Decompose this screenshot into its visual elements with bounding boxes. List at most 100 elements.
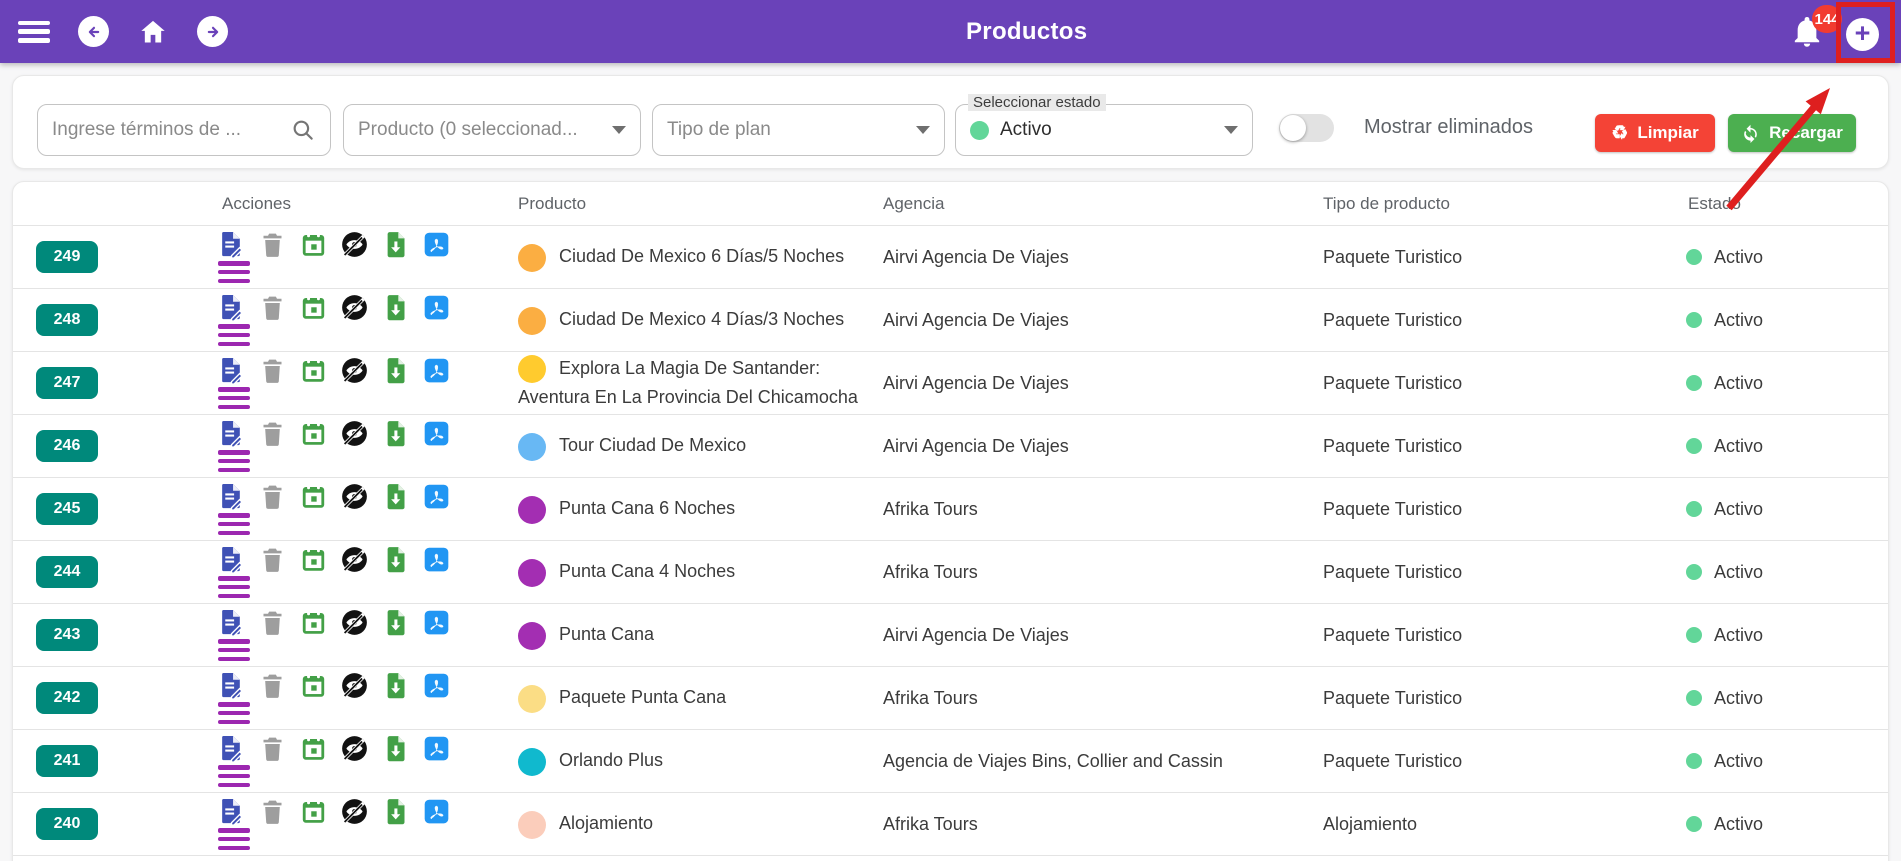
product-filter-value: Producto (0 seleccionad... — [358, 119, 578, 141]
delete-icon[interactable] — [259, 735, 286, 762]
edit-icon[interactable] — [218, 798, 245, 825]
plan-type-dropdown[interactable]: Tipo de plan — [652, 104, 945, 156]
download-icon[interactable] — [382, 357, 409, 384]
download-icon[interactable] — [382, 231, 409, 258]
toggle-knob — [1280, 115, 1306, 141]
delete-icon[interactable] — [259, 798, 286, 825]
estado-dropdown[interactable]: Seleccionar estado Activo — [955, 104, 1253, 156]
status-cell: Activo — [1661, 814, 1888, 835]
search-input[interactable]: Ingrese términos de ... — [37, 104, 331, 156]
edit-icon[interactable] — [218, 294, 245, 321]
delete-icon[interactable] — [259, 231, 286, 258]
calendar-icon[interactable] — [300, 294, 327, 321]
hide-icon[interactable] — [341, 735, 368, 762]
calendar-icon[interactable] — [300, 546, 327, 573]
hide-icon[interactable] — [341, 672, 368, 699]
pdf-icon[interactable] — [423, 231, 450, 258]
table-row: 249 — [13, 225, 1888, 288]
menu-icon[interactable] — [18, 21, 50, 43]
download-icon[interactable] — [382, 546, 409, 573]
page-title: Productos — [966, 18, 1087, 46]
pdf-icon[interactable] — [423, 294, 450, 321]
edit-icon[interactable] — [218, 609, 245, 636]
table-row: 243 — [13, 603, 1888, 666]
product-filter-dropdown[interactable]: Producto (0 seleccionad... — [343, 104, 641, 156]
pdf-icon[interactable] — [423, 672, 450, 699]
details-menu-icon[interactable] — [218, 513, 250, 535]
download-icon[interactable] — [382, 609, 409, 636]
delete-icon[interactable] — [259, 609, 286, 636]
edit-icon[interactable] — [218, 483, 245, 510]
calendar-icon[interactable] — [300, 672, 327, 699]
edit-icon[interactable] — [218, 546, 245, 573]
details-menu-icon[interactable] — [218, 576, 250, 598]
agency-name: Airvi Agencia De Viajes — [871, 247, 1311, 268]
edit-icon[interactable] — [218, 672, 245, 699]
row-id-badge: 244 — [36, 556, 98, 588]
details-menu-icon[interactable] — [218, 702, 250, 724]
product-type: Paquete Turistico — [1311, 310, 1661, 331]
hide-icon[interactable] — [341, 798, 368, 825]
edit-icon[interactable] — [218, 735, 245, 762]
pdf-icon[interactable] — [423, 798, 450, 825]
delete-icon[interactable] — [259, 483, 286, 510]
product-color-dot — [518, 496, 546, 524]
download-icon[interactable] — [382, 420, 409, 447]
calendar-icon[interactable] — [300, 357, 327, 384]
calendar-icon[interactable] — [300, 735, 327, 762]
edit-icon[interactable] — [218, 357, 245, 384]
hide-icon[interactable] — [341, 357, 368, 384]
show-deleted-toggle[interactable] — [1279, 114, 1334, 142]
download-icon[interactable] — [382, 672, 409, 699]
hide-icon[interactable] — [341, 483, 368, 510]
delete-icon[interactable] — [259, 672, 286, 699]
calendar-icon[interactable] — [300, 609, 327, 636]
delete-icon[interactable] — [259, 420, 286, 447]
calendar-icon[interactable] — [300, 483, 327, 510]
details-menu-icon[interactable] — [218, 387, 250, 409]
hide-icon[interactable] — [341, 294, 368, 321]
forward-icon[interactable] — [197, 16, 228, 47]
details-menu-icon[interactable] — [218, 639, 250, 661]
hide-icon[interactable] — [341, 546, 368, 573]
edit-icon[interactable] — [218, 231, 245, 258]
clear-filters-button[interactable]: ♻ Limpiar — [1595, 114, 1715, 152]
pdf-icon[interactable] — [423, 420, 450, 447]
pdf-icon[interactable] — [423, 546, 450, 573]
reload-button[interactable]: Recargar — [1728, 114, 1856, 152]
delete-icon[interactable] — [259, 357, 286, 384]
calendar-icon[interactable] — [300, 231, 327, 258]
product-name: Explora La Magia De Santander: Aventura … — [518, 358, 858, 407]
row-actions — [206, 667, 506, 729]
calendar-icon[interactable] — [300, 420, 327, 447]
details-menu-icon[interactable] — [218, 828, 250, 850]
hide-icon[interactable] — [341, 420, 368, 447]
details-menu-icon[interactable] — [218, 261, 250, 283]
home-icon[interactable] — [137, 16, 169, 47]
calendar-icon[interactable] — [300, 798, 327, 825]
product-name: Tour Ciudad De Mexico — [559, 435, 746, 455]
pdf-icon[interactable] — [423, 735, 450, 762]
status-dot — [1686, 564, 1702, 580]
download-icon[interactable] — [382, 483, 409, 510]
pdf-icon[interactable] — [423, 357, 450, 384]
delete-icon[interactable] — [259, 546, 286, 573]
pdf-icon[interactable] — [423, 483, 450, 510]
details-menu-icon[interactable] — [218, 324, 250, 346]
pdf-icon[interactable] — [423, 609, 450, 636]
back-icon[interactable] — [78, 16, 109, 47]
header-product: Producto — [506, 194, 871, 214]
agency-name: Airvi Agencia De Viajes — [871, 625, 1311, 646]
hide-icon[interactable] — [341, 609, 368, 636]
header-type: Tipo de producto — [1311, 194, 1661, 214]
row-actions — [206, 730, 506, 792]
edit-icon[interactable] — [218, 420, 245, 447]
details-menu-icon[interactable] — [218, 450, 250, 472]
details-menu-icon[interactable] — [218, 765, 250, 787]
product-name: Ciudad De Mexico 4 Días/3 Noches — [559, 309, 844, 329]
hide-icon[interactable] — [341, 231, 368, 258]
download-icon[interactable] — [382, 294, 409, 321]
delete-icon[interactable] — [259, 294, 286, 321]
download-icon[interactable] — [382, 798, 409, 825]
download-icon[interactable] — [382, 735, 409, 762]
